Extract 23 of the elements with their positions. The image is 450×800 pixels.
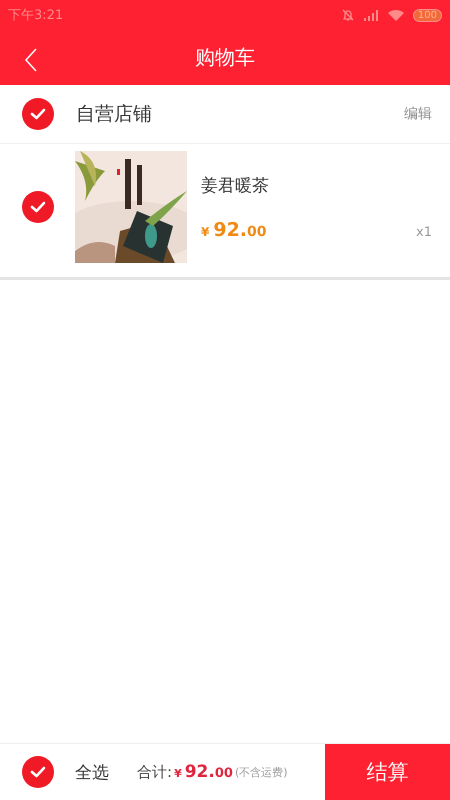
product-price: ¥ 92.00	[201, 218, 267, 240]
signal-icon	[362, 9, 379, 21]
quantity: x1	[416, 224, 432, 240]
battery-level: 100	[412, 8, 442, 22]
checkbox[interactable]	[22, 98, 54, 130]
bell-off-icon	[340, 8, 355, 22]
page-title: 购物车	[195, 44, 255, 71]
edit-button[interactable]: 编辑	[404, 105, 432, 123]
checkmark-icon	[30, 201, 46, 213]
wifi-icon	[386, 8, 405, 22]
back-icon	[24, 48, 38, 72]
shipping-note: (不含运费)	[234, 764, 288, 780]
checkbox[interactable]	[22, 191, 54, 223]
status-time: 下午3:21	[8, 7, 64, 24]
checkmark-icon	[30, 108, 46, 120]
checkout-button[interactable]: 结算	[325, 744, 450, 800]
total-price: ¥ 92.00	[174, 762, 233, 782]
checkmark-icon	[30, 766, 46, 778]
product-name: 姜君暖茶	[201, 174, 270, 196]
shop-name: 自营店铺	[76, 102, 153, 127]
select-all-label[interactable]: 全选	[75, 760, 109, 784]
checkbox[interactable]	[22, 756, 54, 788]
total-label: 合计:	[137, 762, 172, 782]
